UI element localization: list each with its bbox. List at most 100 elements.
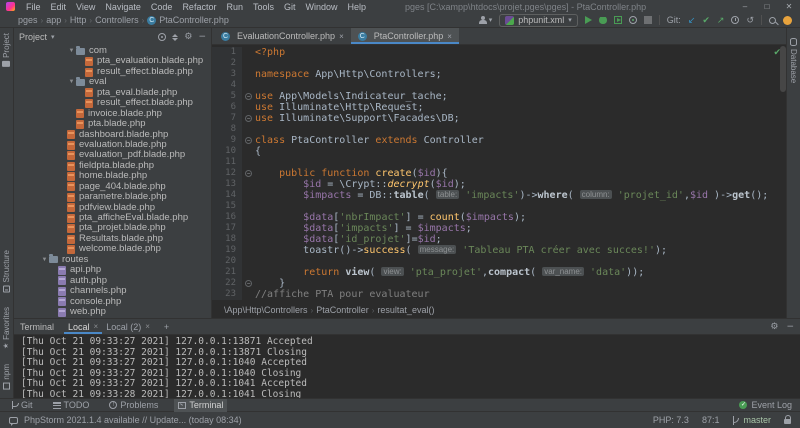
project-panel-title[interactable]: Project [19,32,47,42]
gutter-fold-column[interactable]: − [242,168,255,179]
menu-refactor[interactable]: Refactor [177,2,221,12]
line-number[interactable]: 16 [212,212,242,223]
gutter-fold-column[interactable] [242,157,255,168]
status-message[interactable]: PhpStorm 2021.1.4 available // Update...… [24,415,242,425]
gutter-fold-column[interactable] [242,212,255,223]
caret-position-widget[interactable]: 87:1 [702,415,720,425]
breadcrumb-item[interactable]: Controllers [95,15,139,25]
tool-window-button-git[interactable]: Git [8,399,37,412]
line-number[interactable]: 7 [212,113,242,124]
line-number[interactable]: 8 [212,124,242,135]
collapse-all-icon[interactable] [172,34,178,41]
line-number[interactable]: 5 [212,91,242,102]
event-log-button[interactable]: ✓ Event Log [739,400,792,410]
terminal-tab-local[interactable]: Local× [64,319,102,334]
hide-panel-icon[interactable]: − [198,32,206,42]
run-button[interactable] [585,16,592,24]
tool-stripe-button-project[interactable]: Project [2,33,11,67]
gutter-fold-column[interactable] [242,223,255,234]
tree-item-pta-blade-php[interactable]: pta.blade.php [14,119,211,129]
terminal-hide-icon[interactable]: − [786,322,794,332]
tool-stripe-button-structure[interactable]: Structure [2,250,11,292]
chevron-down-icon[interactable]: ▼ [67,77,76,87]
menu-git[interactable]: Git [279,2,301,12]
tree-item-console-php[interactable]: console.php [14,297,211,307]
git-branch-widget[interactable]: master [732,415,771,425]
rollback-button[interactable]: ↺ [746,15,754,26]
gutter-fold-column[interactable] [242,201,255,212]
tool-window-button-problems[interactable]: !Problems [105,399,162,412]
gutter-fold-column[interactable] [242,124,255,135]
menu-view[interactable]: View [71,2,100,12]
gutter-fold-column[interactable]: − [242,113,255,124]
breadcrumb-item[interactable]: app [46,15,61,25]
git-push-button[interactable]: ↗ [717,15,725,26]
tool-stripe-button-favorites[interactable]: ★Favorites [2,307,11,351]
line-number[interactable]: 10 [212,146,242,157]
history-button[interactable] [731,16,739,24]
line-number[interactable]: 18 [212,234,242,245]
line-number[interactable]: 6 [212,102,242,113]
gutter-fold-column[interactable] [242,289,255,300]
minimize-button[interactable]: – [734,0,756,13]
line-number[interactable]: 12 [212,168,242,179]
search-everywhere-button[interactable] [769,17,776,24]
menu-file[interactable]: File [21,2,46,12]
gutter-fold-column[interactable] [242,179,255,190]
fold-icon[interactable]: − [245,93,252,100]
stop-button[interactable] [644,16,652,24]
close-icon[interactable]: × [145,322,150,331]
tree-item-parametre-blade-php[interactable]: parametre.blade.php [14,192,211,202]
close-icon[interactable]: × [339,32,344,41]
menu-edit[interactable]: Edit [46,2,72,12]
gutter-fold-column[interactable] [242,58,255,69]
line-number[interactable]: 11 [212,157,242,168]
menu-code[interactable]: Code [146,2,178,12]
fold-icon[interactable]: − [245,170,252,177]
tree-item-web-php[interactable]: web.php [14,307,211,317]
line-number[interactable]: 9 [212,135,242,146]
line-number[interactable]: 22 [212,278,242,289]
gutter-fold-column[interactable] [242,245,255,256]
coverage-button[interactable] [614,16,622,24]
terminal-tab-local-2-[interactable]: Local (2)× [102,319,154,334]
menu-window[interactable]: Window [301,2,343,12]
php-version-widget[interactable]: PHP: 7.3 [653,415,689,425]
gutter-fold-column[interactable] [242,234,255,245]
user-avatar[interactable] [783,16,792,25]
gutter-fold-column[interactable] [242,102,255,113]
chevron-down-icon[interactable]: ▼ [40,255,49,265]
gear-icon[interactable]: ⚙ [184,32,192,42]
maximize-button[interactable]: □ [756,0,778,13]
gutter-fold-column[interactable] [242,256,255,267]
menu-navigate[interactable]: Navigate [100,2,146,12]
breadcrumb-item[interactable]: pges [18,15,38,25]
line-number[interactable]: 1 [212,47,242,58]
menu-help[interactable]: Help [343,2,372,12]
terminal-settings-icon[interactable]: ⚙ [770,322,778,332]
gutter-fold-column[interactable] [242,267,255,278]
line-number[interactable]: 3 [212,69,242,80]
tree-item-api-php[interactable]: api.php [14,265,211,275]
menu-tools[interactable]: Tools [248,2,279,12]
line-number[interactable]: 13 [212,179,242,190]
line-number[interactable]: 15 [212,201,242,212]
gutter-fold-column[interactable] [242,69,255,80]
tree-item-channels-php[interactable]: channels.php [14,286,211,296]
line-number[interactable]: 17 [212,223,242,234]
editor-breadcrumb-item[interactable]: resultat_eval() [377,305,434,315]
debug-button[interactable] [599,16,607,24]
menu-run[interactable]: Run [221,2,248,12]
editor-scrollbar[interactable] [780,46,786,92]
tool-window-button-todo[interactable]: TODO [49,399,94,412]
breadcrumb-item[interactable]: PtaController.php [159,15,229,25]
gutter-fold-column[interactable]: − [242,135,255,146]
gutter-fold-column[interactable] [242,146,255,157]
git-update-button[interactable]: ↙ [688,15,696,26]
run-configuration-select[interactable]: phpunit.xml ▾ [499,14,578,27]
chevron-down-icon[interactable]: ▼ [67,46,76,56]
tool-window-button-terminal[interactable]: Terminal [174,399,227,412]
line-number[interactable]: 4 [212,80,242,91]
notification-bubble-icon[interactable] [9,417,18,424]
line-number[interactable]: 14 [212,190,242,201]
